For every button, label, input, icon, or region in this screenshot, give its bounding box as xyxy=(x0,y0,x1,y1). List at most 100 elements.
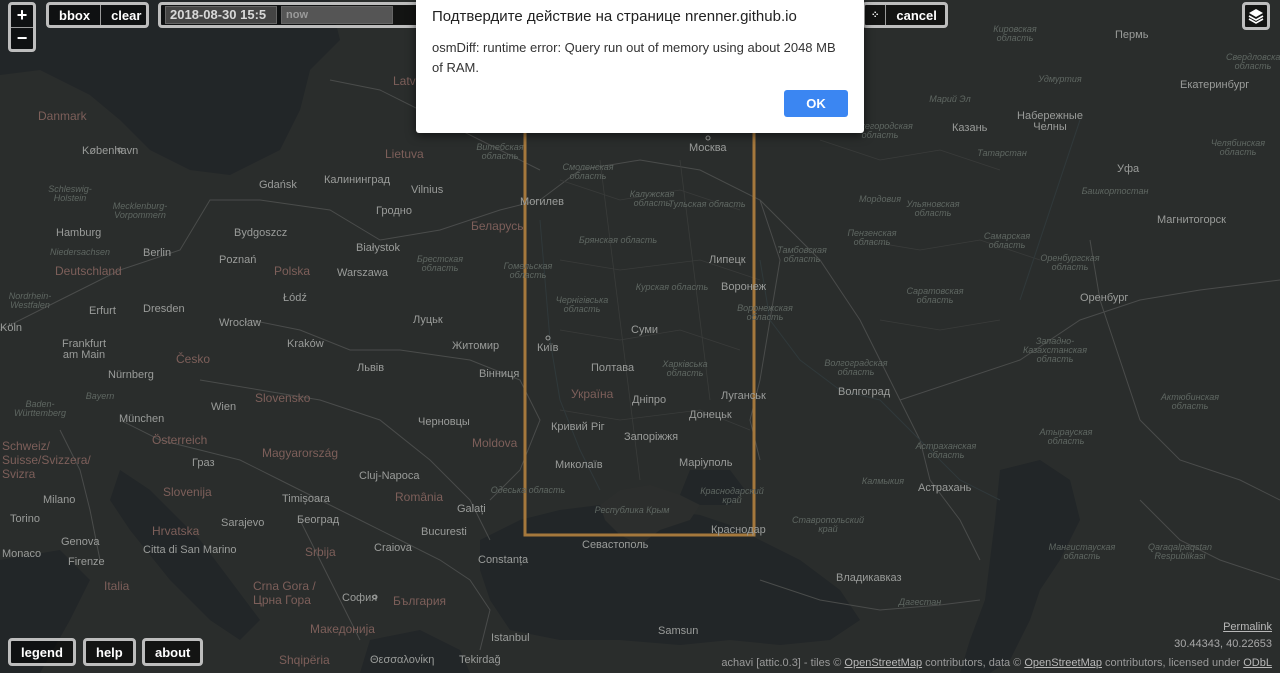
region-label: Витебская область xyxy=(476,142,524,161)
help-button[interactable]: help xyxy=(86,641,133,663)
city-label: Могилев xyxy=(520,196,564,208)
city-label: Nürnberg xyxy=(108,369,154,381)
city-label: Warszawa xyxy=(337,267,388,279)
city-label: Граз xyxy=(192,457,215,469)
layers-icon xyxy=(1248,9,1264,24)
city-label: Житомир xyxy=(452,340,500,352)
loading-icon: ⁘ xyxy=(871,9,880,21)
region-label: Воронежская область xyxy=(737,303,793,322)
city-label: Уфа xyxy=(1117,163,1140,175)
city-label: Galați xyxy=(457,503,486,515)
legend-control: legend xyxy=(8,638,76,666)
bbox-button[interactable]: bbox xyxy=(49,5,100,25)
city-label: Гродно xyxy=(376,205,412,217)
region-label: Самарская область xyxy=(983,231,1031,250)
city-label: Маріуполь xyxy=(679,457,733,469)
city-label: Milano xyxy=(43,494,76,506)
city-label: Оренбург xyxy=(1080,292,1129,304)
region-label: Тамбовская область xyxy=(777,245,827,264)
country-label: Česko xyxy=(176,352,211,366)
city-label: Θεσσαλονίκη xyxy=(370,654,435,666)
region-label: Волгоградская область xyxy=(824,358,888,377)
osm-tiles-link[interactable]: OpenStreetMap xyxy=(844,657,922,669)
city-label: Dresden xyxy=(143,303,185,315)
city-label: Bydgoszcz xyxy=(234,227,288,239)
country-label: Magyarország xyxy=(262,446,339,460)
coordinates-readout: 30.44343, 40.22653 xyxy=(1174,638,1272,650)
time-end-input[interactable]: now xyxy=(281,6,393,24)
region-label: Тульская область xyxy=(668,199,746,209)
caspian-sea-shape xyxy=(960,460,1080,673)
region-label: Свердловская область xyxy=(1226,52,1280,71)
region-label: Bayern xyxy=(85,391,115,401)
odbl-link[interactable]: ODbL xyxy=(1243,657,1272,669)
city-label: Cluj-Napoca xyxy=(359,470,420,482)
city-label: Набережные Челны xyxy=(1017,110,1083,133)
city-label: Kraków xyxy=(287,338,324,350)
city-label: Астрахань xyxy=(918,482,972,494)
layers-control[interactable] xyxy=(1242,2,1270,30)
city-label: Vilnius xyxy=(411,184,444,196)
about-button[interactable]: about xyxy=(145,641,200,663)
city-label: Воронеж xyxy=(721,281,767,293)
about-control: about xyxy=(142,638,204,666)
country-label: Slovensko xyxy=(255,391,311,405)
country-label: Polska xyxy=(274,264,311,278)
region-label: Мангистауская область xyxy=(1048,542,1116,561)
cancel-button[interactable]: cancel xyxy=(885,5,946,25)
city-label: Monaco xyxy=(2,548,42,560)
zoom-out-button[interactable]: − xyxy=(11,28,33,50)
city-label: Istanbul xyxy=(491,632,530,644)
city-label: Constanța xyxy=(478,554,529,566)
alert-dialog: Подтвердите действие на странице nrenner… xyxy=(416,0,864,133)
city-label: Магнитогорск xyxy=(1157,214,1226,226)
country-label: България xyxy=(393,594,447,608)
country-label: Moldova xyxy=(472,436,518,450)
city-label: Gdańsk xyxy=(259,179,297,191)
help-control: help xyxy=(83,638,136,666)
time-input[interactable]: 2018-08-30 15:5 xyxy=(165,6,277,24)
country-label: Srbija xyxy=(305,545,336,559)
region-label: Западно-Казахстанская область xyxy=(1022,336,1087,364)
region-label: Одеська область xyxy=(490,485,566,495)
city-label: Пермь xyxy=(1115,29,1149,41)
region-label: Пензенская область xyxy=(847,228,897,247)
osm-data-link[interactable]: OpenStreetMap xyxy=(1024,657,1102,669)
country-label: Lietuva xyxy=(385,147,424,161)
city-label: Донецьк xyxy=(689,409,732,421)
city-label: Citta di San Marino xyxy=(143,544,237,556)
country-label: Danmark xyxy=(38,109,87,123)
city-label: Кривий Ріг xyxy=(551,421,605,433)
city-label: Craiova xyxy=(374,542,412,554)
region-label: Курская область xyxy=(635,282,709,292)
country-label: Schweiz/ Suisse/Svizzera/ Svizra xyxy=(2,439,91,481)
city-label: Москва xyxy=(689,142,727,154)
city-label: Волгоград xyxy=(838,386,891,398)
region-label: Кировская область xyxy=(993,24,1037,43)
legend-button[interactable]: legend xyxy=(11,641,73,663)
city-label: Миколаїв xyxy=(555,459,603,471)
city-label: Białystok xyxy=(356,242,401,254)
city-label: München xyxy=(119,413,165,425)
region-label: Марий Эл xyxy=(929,94,971,104)
city-label: København xyxy=(82,145,139,157)
city-label: Запоріжжя xyxy=(624,431,679,443)
country-label: Україна xyxy=(571,387,614,401)
city-label: Краснодар xyxy=(711,524,766,536)
city-label: Казань xyxy=(952,122,988,134)
dialog-title: Подтвердите действие на странице nrenner… xyxy=(432,8,797,25)
ok-button[interactable]: OK xyxy=(784,90,848,117)
permalink-link[interactable]: Permalink xyxy=(1223,621,1272,633)
city-label: Львів xyxy=(357,362,385,374)
clear-button[interactable]: clear xyxy=(100,5,151,25)
city-label: Суми xyxy=(631,324,659,336)
city-label: Poznań xyxy=(219,254,257,266)
region-label: Оренбургская область xyxy=(1040,253,1100,272)
region-label: Саратовская область xyxy=(906,286,964,305)
country-label: Беларусь xyxy=(471,219,524,233)
city-label: Erfurt xyxy=(89,305,116,317)
attribution-text: contributors, licensed under xyxy=(1102,657,1244,669)
zoom-in-button[interactable]: + xyxy=(11,5,33,27)
region-label: Baden-Württemberg xyxy=(13,399,66,418)
city-label: Черновцы xyxy=(418,416,470,428)
